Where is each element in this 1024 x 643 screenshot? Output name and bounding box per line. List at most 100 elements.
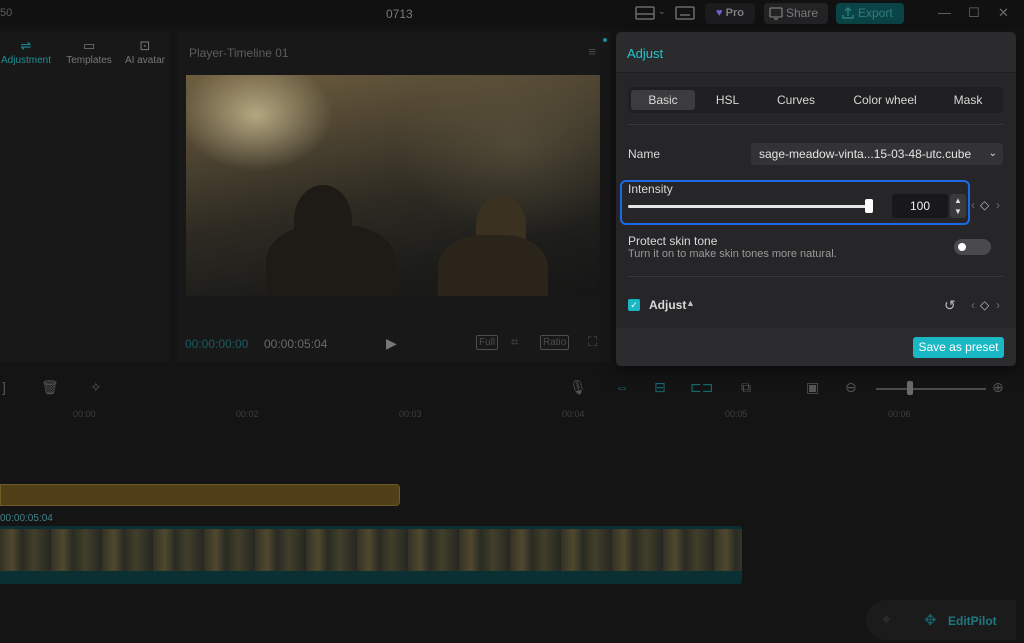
intensity-slider-handle[interactable] — [865, 199, 873, 213]
magic-wand-icon[interactable]: ✧ — [90, 379, 102, 396]
adjust-section-label[interactable]: Adjust — [649, 298, 686, 312]
fullscreen-icon[interactable]: ⛶ — [586, 335, 599, 348]
ruler-tick: 00:00 — [73, 409, 96, 419]
chevron-down-icon: ⌄ — [988, 148, 997, 159]
toggle-knob — [958, 243, 966, 251]
microphone-icon[interactable]: 🎙 — [569, 379, 587, 396]
save-as-preset-button[interactable]: Save as preset — [913, 337, 1004, 358]
project-title: 0713 — [386, 7, 413, 21]
adjust-tabs: Basic HSL Curves Color wheel Mask — [628, 87, 1003, 113]
protect-skin-toggle[interactable] — [954, 239, 991, 255]
minimize-icon[interactable]: — — [938, 5, 951, 20]
zoom-slider[interactable] — [876, 388, 986, 390]
zoom-slider-handle[interactable] — [907, 381, 913, 395]
tab-templates[interactable]: ▭ Templates — [61, 38, 117, 66]
name-label: Name — [628, 147, 661, 161]
share-icon — [769, 7, 783, 20]
menu-icon[interactable]: ≡ — [588, 44, 596, 59]
intensity-label: Intensity — [628, 182, 673, 196]
close-icon[interactable]: ✕ — [998, 5, 1009, 21]
person-silhouette — [438, 235, 548, 296]
snap-icon[interactable]: ⊟ — [654, 379, 666, 396]
adjust-panel: Adjust Basic HSL Curves Color wheel Mask… — [616, 32, 1016, 366]
tab-basic[interactable]: Basic — [631, 90, 695, 110]
pro-button[interactable]: ♥ Pro — [705, 3, 755, 24]
keyboard-icon[interactable] — [674, 5, 696, 23]
ratio-button[interactable]: Ratio — [540, 335, 570, 350]
chevron-down-icon[interactable]: ⌄ — [658, 6, 666, 24]
keyframe-icon[interactable]: ◇ — [980, 198, 989, 212]
adjust-checkbox[interactable]: ✓ — [628, 299, 640, 311]
status-dot — [603, 38, 607, 42]
intensity-slider[interactable] — [628, 205, 868, 208]
reset-icon[interactable]: ↺ — [944, 297, 956, 314]
play-icon[interactable]: ▶ — [386, 335, 397, 352]
full-quality-button[interactable]: Full — [476, 335, 499, 350]
tab-mask[interactable]: Mask — [938, 90, 998, 110]
video-clip[interactable] — [0, 526, 742, 584]
video-preview[interactable] — [186, 75, 600, 296]
player-panel: Player-Timeline 01 ≡ 00:00:00:00 00:00:0… — [178, 32, 610, 362]
ai-avatar-icon: ⊡ — [139, 38, 151, 53]
prev-keyframe-icon[interactable]: ‹ — [971, 198, 975, 212]
protect-skin-label: Protect skin tone — [628, 234, 718, 248]
ruler-tick: 00:02 — [236, 409, 259, 419]
lut-name-select[interactable]: sage-meadow-vinta...15-03-48-utc.cube ⌄ — [751, 143, 1003, 165]
upload-icon — [842, 7, 854, 19]
export-button[interactable]: Export — [836, 3, 904, 24]
adjust-footer: Save as preset — [616, 328, 1016, 366]
templates-icon: ▭ — [82, 38, 96, 53]
left-panel: ⇌ Adjustment ▭ Templates ⊡ AI avatar — [0, 32, 170, 362]
link-icon[interactable]: ⇔ — [615, 379, 629, 395]
next-keyframe-icon[interactable]: › — [996, 298, 1000, 312]
player-title: Player-Timeline 01 — [189, 46, 289, 60]
crop-icon[interactable]: ⌗ — [509, 335, 520, 348]
track-icon[interactable]: ⊏⊐ — [690, 379, 713, 396]
protect-skin-description: Turn it on to make skin tones more natur… — [628, 248, 837, 260]
tab-curves[interactable]: Curves — [766, 90, 826, 110]
title-bar: 50 0713 ⌄ ♥ Pro Share Export — ☐ ✕ — [0, 0, 1024, 27]
intensity-input[interactable]: 100 — [892, 194, 948, 218]
title-fragment: 50 — [0, 7, 13, 19]
ruler-tick: 00:03 — [399, 409, 422, 419]
tab-ai-avatar[interactable]: ⊡ AI avatar — [117, 38, 173, 66]
clip-duration: 00:00:05:04 — [0, 513, 53, 524]
maximize-icon[interactable]: ☐ — [968, 5, 980, 21]
prev-keyframe-icon[interactable]: ‹ — [971, 298, 975, 312]
ruler-tick: 00:06 — [888, 409, 911, 419]
tab-hsl[interactable]: HSL — [700, 90, 755, 110]
zoom-out-icon[interactable]: ⊖ — [845, 379, 857, 396]
adjustment-icon: ⇌ — [20, 38, 32, 53]
divider — [628, 124, 1003, 125]
adjustment-clip[interactable] — [0, 484, 400, 506]
ruler-tick: 00:04 — [562, 409, 585, 419]
heart-icon: ♥ — [716, 7, 723, 19]
adjust-header: Adjust — [616, 32, 1016, 73]
person-silhouette — [266, 225, 396, 296]
total-time: 00:00:05:04 — [264, 337, 328, 351]
zoom-in-icon[interactable]: ⊕ — [992, 379, 1004, 396]
cursor-icon: ⌖ — [882, 611, 891, 628]
current-time: 00:00:00:00 — [185, 337, 249, 351]
clip-thumbnails — [0, 529, 742, 571]
screen-icon[interactable]: ▣ — [806, 379, 819, 396]
split-icon[interactable]: ] — [2, 379, 6, 395]
editpilot-button[interactable]: ⌖ ✥ EditPilot — [866, 600, 1016, 640]
delete-icon[interactable]: 🗑 — [41, 379, 59, 396]
next-keyframe-icon[interactable]: › — [996, 198, 1000, 212]
preview-axis-icon[interactable]: ⧉ — [741, 379, 751, 396]
layout-icon[interactable] — [634, 5, 656, 23]
collapse-up-icon[interactable]: ▲ — [686, 298, 695, 308]
app-window: 50 0713 ⌄ ♥ Pro Share Export — ☐ ✕ ⇌ Adj… — [0, 0, 1024, 643]
ruler-tick: 00:05 — [725, 409, 748, 419]
editpilot-label: EditPilot — [948, 614, 997, 628]
tab-adjustment[interactable]: ⇌ Adjustment — [0, 38, 54, 66]
adjust-title: Adjust — [627, 46, 664, 61]
divider — [628, 276, 1003, 277]
tab-color-wheel[interactable]: Color wheel — [842, 90, 928, 110]
intensity-stepper[interactable]: ▲ ▼ — [950, 194, 966, 218]
share-button[interactable]: Share — [764, 3, 828, 24]
keyframe-icon[interactable]: ◇ — [980, 298, 989, 312]
editpilot-icon: ✥ — [924, 612, 937, 629]
timeline-panel: ] 🗑 ✧ 🎙 ⇔ ⊟ ⊏⊐ ⧉ ▣ ⊖ ⊕ 00:00 00:02 00:03… — [0, 370, 1024, 643]
